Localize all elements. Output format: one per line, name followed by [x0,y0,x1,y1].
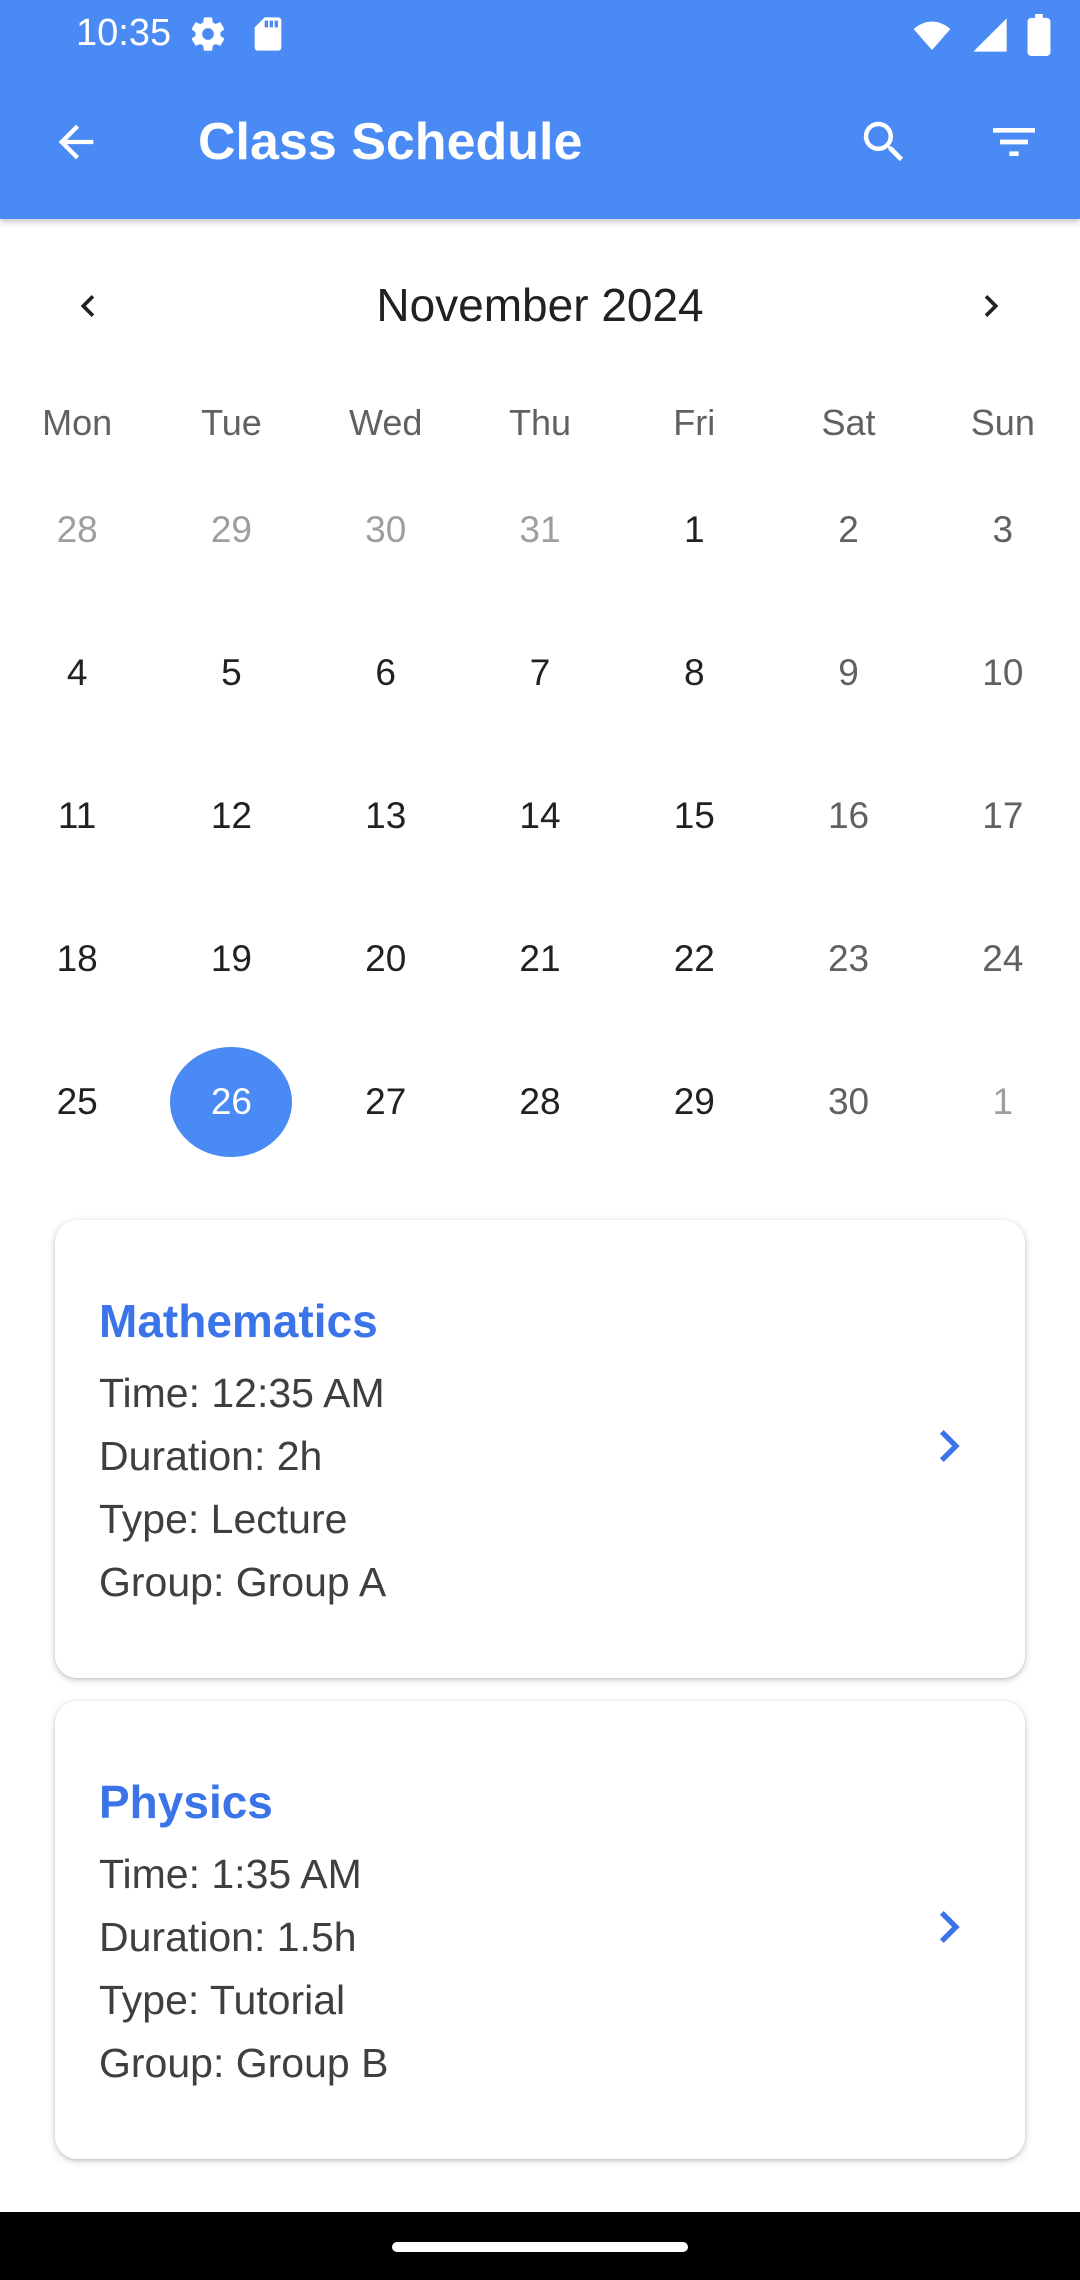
calendar-day[interactable]: 1 [617,458,771,601]
calendar-day[interactable]: 13 [309,744,463,887]
calendar-day[interactable]: 20 [309,887,463,1030]
weekday-label: Mon [42,402,113,443]
filter-button[interactable] [978,106,1050,178]
page-title: Class Schedule [198,113,583,171]
status-right-icons [910,14,1052,56]
calendar-day[interactable]: 3 [926,458,1080,601]
search-button[interactable] [848,106,920,178]
class-duration: Duration: 1.5h [99,1914,357,1960]
weekday-label: Thu [508,402,571,443]
class-details: Time: 1:35 AM Duration: 1.5h Type: Tutor… [99,1843,388,2095]
chevron-right-icon [984,295,999,317]
class-card[interactable]: Physics Time: 1:35 AM Duration: 1.5h Typ… [55,1701,1025,2159]
calendar-day[interactable]: 28 [0,458,154,601]
calendar-day-selected[interactable]: 26 [154,1030,308,1173]
calendar-day[interactable]: 25 [0,1030,154,1173]
weekday-label: Sat [821,402,876,443]
class-type: Type: Tutorial [99,1977,346,2023]
home-gesture-handle[interactable] [392,2242,688,2252]
calendar-day[interactable]: 27 [309,1030,463,1173]
calendar-day[interactable]: 5 [154,601,308,744]
calendar-week: 28 29 30 31 1 2 3 [0,458,1080,601]
battery-icon [1027,14,1051,56]
calendar-day[interactable]: 7 [463,601,617,744]
class-duration: Duration: 2h [99,1433,323,1479]
class-details: Time: 12:35 AM Duration: 2h Type: Lectur… [99,1362,386,1614]
calendar-day[interactable]: 24 [926,887,1080,1030]
weekday-label: Wed [349,402,423,443]
calendar-day[interactable]: 29 [154,458,308,601]
calendar-day[interactable]: 1 [926,1030,1080,1173]
system-nav-bar [0,2212,1080,2280]
gear-icon [191,17,225,51]
search-icon [863,121,904,162]
calendar-day[interactable]: 22 [617,887,771,1030]
class-open-button[interactable] [913,1891,985,1963]
calendar-day[interactable]: 14 [463,744,617,887]
calendar-day[interactable]: 28 [463,1030,617,1173]
status-left-icons [188,14,288,54]
calendar-day[interactable]: 21 [463,887,617,1030]
status-time: 10:35 [76,12,172,54]
weekday-label: Sun [970,402,1035,443]
weekday-row: Mon Tue Wed Thu Fri Sat Sun [0,396,1080,450]
calendar-day[interactable]: 11 [0,744,154,887]
calendar-day[interactable]: 8 [617,601,771,744]
class-group: Group: Group A [99,1559,387,1605]
class-title: Mathematics [99,1295,378,1347]
back-arrow-icon [58,124,94,160]
class-time: Time: 1:35 AM [99,1851,362,1897]
class-title: Physics [99,1776,273,1828]
class-group: Group: Group B [99,2040,389,2086]
weekday-label: Tue [201,402,262,443]
chevron-right-icon [939,1430,960,1462]
calendar-day[interactable]: 16 [771,744,925,887]
calendar-day[interactable]: 15 [617,744,771,887]
month-label: November 2024 [376,279,704,331]
calendar-day[interactable]: 29 [617,1030,771,1173]
calendar-week: 11 12 13 14 15 16 17 [0,744,1080,887]
calendar-day[interactable]: 12 [154,744,308,887]
signal-icon [973,18,1007,52]
calendar-grid: 28 29 30 31 1 2 3 4 5 6 7 8 9 10 11 12 1… [0,458,1080,1173]
calendar-day[interactable]: 2 [771,458,925,601]
calendar-day[interactable]: 10 [926,601,1080,744]
calendar-day[interactable]: 30 [309,458,463,601]
filter-icon [993,128,1035,156]
app-bar: 10:35 Class Schedule [0,0,1080,219]
chevron-right-icon [939,1911,960,1943]
calendar-day[interactable]: 6 [309,601,463,744]
calendar-week: 4 5 6 7 8 9 10 [0,601,1080,744]
class-time: Time: 12:35 AM [99,1370,385,1416]
calendar-week: 25 26 27 28 29 30 1 [0,1030,1080,1173]
class-open-button[interactable] [913,1410,985,1482]
weekday-label: Fri [673,402,716,443]
next-month-button[interactable] [955,270,1027,342]
calendar-day[interactable]: 4 [0,601,154,744]
calendar-week: 18 19 20 21 22 23 24 [0,887,1080,1030]
calendar-day[interactable]: 18 [0,887,154,1030]
back-button[interactable] [40,106,112,178]
calendar-day[interactable]: 19 [154,887,308,1030]
calendar-day[interactable]: 31 [463,458,617,601]
class-card[interactable]: Mathematics Time: 12:35 AM Duration: 2h … [55,1220,1025,1678]
class-type: Type: Lecture [99,1496,348,1542]
calendar-header: November 2024 [0,270,1080,342]
calendar-day[interactable]: 23 [771,887,925,1030]
sd-card-icon [254,17,282,51]
wifi-icon [913,21,951,50]
calendar-day[interactable]: 30 [771,1030,925,1173]
calendar-day[interactable]: 9 [771,601,925,744]
calendar-day[interactable]: 17 [926,744,1080,887]
